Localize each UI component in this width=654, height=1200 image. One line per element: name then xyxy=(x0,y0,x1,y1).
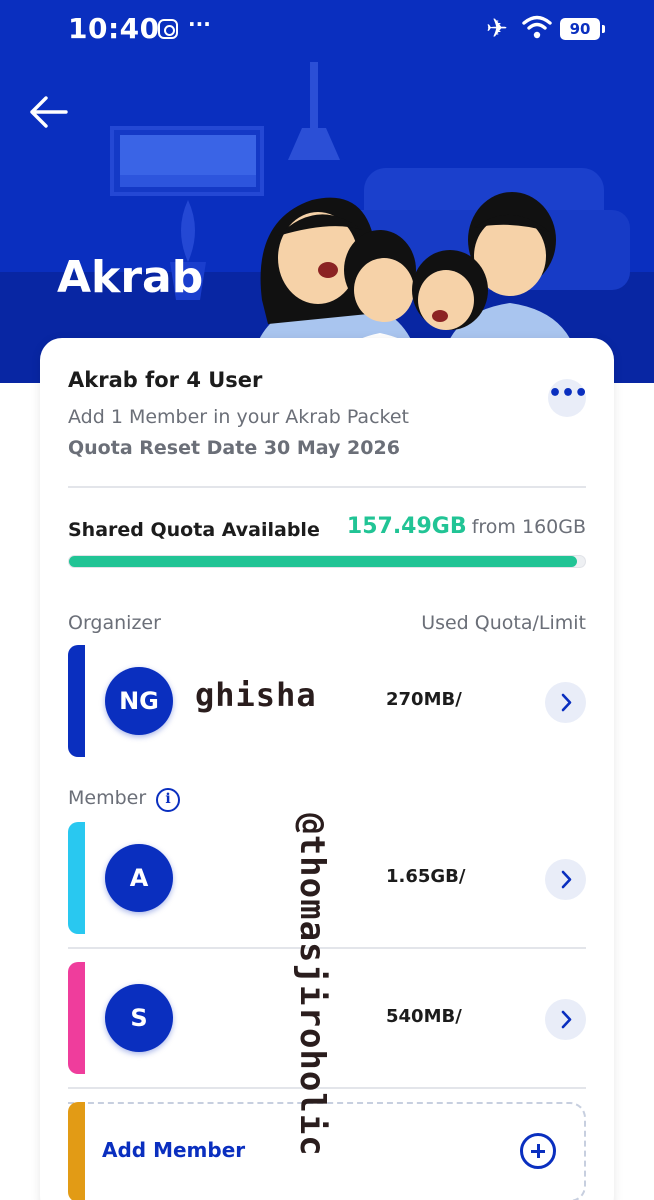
avatar: NG xyxy=(105,667,173,735)
add-member-color-bar xyxy=(68,1102,85,1200)
member-label: Member xyxy=(68,787,147,809)
hero-banner: 10:40 ··· ✈ 90 Akrab xyxy=(0,0,654,383)
more-dots-icon: ··· xyxy=(188,12,211,36)
more-options-button[interactable]: ••• xyxy=(548,379,588,417)
watermark-handle: @thomasjiroholic xyxy=(292,813,332,1157)
wifi-icon xyxy=(522,15,552,39)
quota-total: from 160GB xyxy=(471,516,586,538)
chevron-right-icon[interactable] xyxy=(545,859,586,900)
shared-quota-label: Shared Quota Available xyxy=(68,519,320,541)
shared-quota-value: 157.49GB from 160GB xyxy=(347,514,586,539)
chevron-right-icon[interactable] xyxy=(545,682,586,723)
back-arrow-icon[interactable] xyxy=(26,92,70,132)
member-color-bar xyxy=(68,822,85,934)
divider xyxy=(68,486,586,488)
used-quota-column-label: Used Quota/Limit xyxy=(421,612,586,634)
instagram-icon xyxy=(158,19,178,39)
airplane-icon: ✈ xyxy=(486,14,508,44)
organizer-color-bar xyxy=(68,645,85,757)
quota-progress-fill xyxy=(69,556,577,567)
status-bar: 10:40 ··· ✈ 90 xyxy=(0,0,654,60)
package-subtitle: Add 1 Member in your Akrab Packet xyxy=(68,406,409,428)
more-horizontal-icon: ••• xyxy=(548,381,588,406)
quota-reset-date: Quota Reset Date 30 May 2026 xyxy=(68,437,400,459)
member-color-bar xyxy=(68,962,85,1074)
member-usage: 540MB/ xyxy=(386,1006,462,1027)
add-member-label: Add Member xyxy=(102,1138,246,1162)
status-time: 10:40 xyxy=(68,12,160,45)
battery-icon: 90 xyxy=(560,18,605,40)
quota-available: 157.49GB xyxy=(346,514,467,539)
organizer-row[interactable]: NG 270MB/ xyxy=(68,645,586,757)
page-title: Akrab xyxy=(57,252,204,303)
plus-circle-icon[interactable] xyxy=(520,1133,556,1169)
package-title: Akrab for 4 User xyxy=(68,368,263,392)
quota-progress-bar xyxy=(68,555,586,568)
member-usage: 1.65GB/ xyxy=(386,866,466,887)
info-icon[interactable]: i xyxy=(156,788,180,812)
avatar: A xyxy=(105,844,173,912)
organizer-usage: 270MB/ xyxy=(386,689,462,710)
organizer-label: Organizer xyxy=(68,612,161,634)
chevron-right-icon[interactable] xyxy=(545,999,586,1040)
watermark-name: ghisha xyxy=(195,676,317,714)
avatar: S xyxy=(105,984,173,1052)
